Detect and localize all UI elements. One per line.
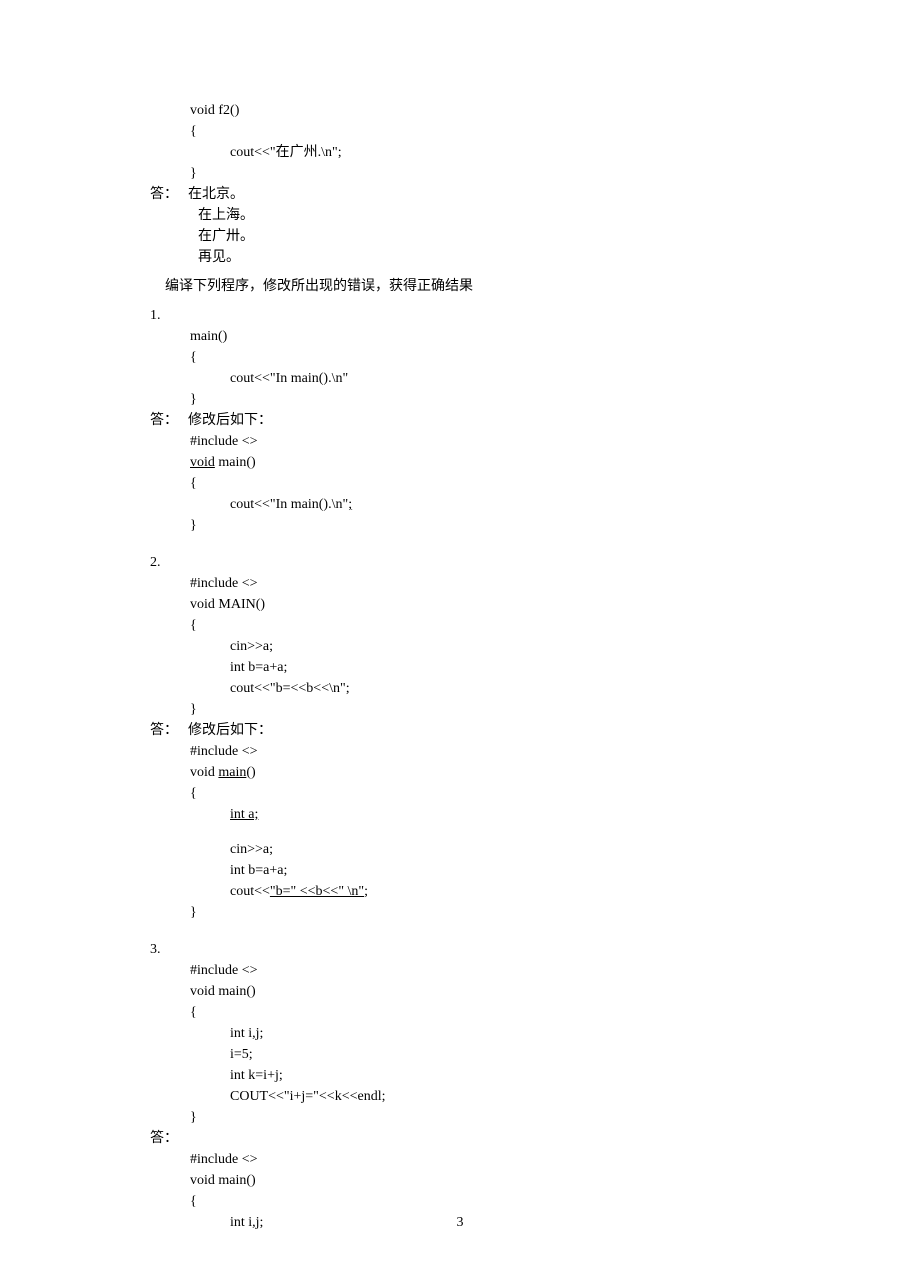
code-line: cin>>a; <box>150 636 840 657</box>
code-line: main() <box>150 326 840 347</box>
code-line: cin>>a; <box>150 839 840 860</box>
answer-block: 答： 修改后如下： <box>150 720 840 741</box>
problem-number: 3. <box>150 939 840 960</box>
code-line: } <box>150 902 840 923</box>
answer-line: 在上海。 <box>150 205 840 226</box>
answer-text: 修改后如下： <box>188 720 272 741</box>
code-line: { <box>150 1191 840 1212</box>
code-line: #include <> <box>150 431 840 452</box>
code-line: } <box>150 515 840 536</box>
underlined-fix: void <box>190 455 215 470</box>
code-line: } <box>150 699 840 720</box>
section-heading: 编译下列程序，修改所出现的错误，获得正确结果 <box>150 276 840 297</box>
code-line: { <box>150 121 840 142</box>
code-line: void f2() <box>150 100 840 121</box>
code-line: cout<<"在广州.\n"; <box>150 142 840 163</box>
code-line: } <box>150 163 840 184</box>
code-line: #include <> <box>150 960 840 981</box>
blank-line <box>150 825 840 839</box>
underlined-fix: int a; <box>230 807 258 822</box>
code-line: int b=a+a; <box>150 860 840 881</box>
code-line: cout<<"b=" <<b<<" \n"; <box>150 881 840 902</box>
code-line: cout<<"In main().\n"; <box>150 494 840 515</box>
page-number: 3 <box>0 1212 920 1233</box>
code-text: cout<< <box>230 884 270 899</box>
code-line: void MAIN() <box>150 594 840 615</box>
code-line: void main() <box>150 981 840 1002</box>
underlined-fix: main <box>218 765 246 780</box>
problem-number: 1. <box>150 305 840 326</box>
code-line: cout<<"In main().\n" <box>150 368 840 389</box>
code-line: i=5; <box>150 1044 840 1065</box>
answer-text: 修改后如下： <box>188 410 272 431</box>
underlined-fix: "b=" <<b<<" \n" <box>270 884 364 899</box>
code-line: } <box>150 389 840 410</box>
code-line: { <box>150 473 840 494</box>
code-line: cout<<"b=<<b<<\n"; <box>150 678 840 699</box>
document-page: void f2() { cout<<"在广州.\n"; } 答： 在北京。 在上… <box>0 0 920 1273</box>
code-text: cout<<"In main().\n" <box>230 497 348 512</box>
answer-label: 答： <box>150 184 188 205</box>
problem-number: 2. <box>150 552 840 573</box>
code-line: int a; <box>150 804 840 825</box>
code-text: void <box>190 765 218 780</box>
code-line: { <box>150 615 840 636</box>
code-text: main() <box>215 455 256 470</box>
answer-label: 答： <box>150 720 188 741</box>
answer-label: 答： <box>150 1128 840 1149</box>
code-line: #include <> <box>150 1149 840 1170</box>
code-line: void main() <box>150 452 840 473</box>
code-line: { <box>150 1002 840 1023</box>
answer-block: 答： 修改后如下： <box>150 410 840 431</box>
answer-label: 答： <box>150 410 188 431</box>
code-line: int b=a+a; <box>150 657 840 678</box>
code-line: #include <> <box>150 741 840 762</box>
code-line: { <box>150 783 840 804</box>
code-line: int i,j; <box>150 1023 840 1044</box>
code-line: void main() <box>150 762 840 783</box>
code-text: () <box>246 765 255 780</box>
code-line: #include <> <box>150 573 840 594</box>
code-line: int k=i+j; <box>150 1065 840 1086</box>
code-line: { <box>150 347 840 368</box>
answer-line: 在广卅。 <box>150 226 840 247</box>
answer-block: 答： 在北京。 <box>150 184 840 205</box>
answer-line: 再见。 <box>150 247 840 268</box>
code-line: COUT<<"i+j="<<k<<endl; <box>150 1086 840 1107</box>
answer-line: 在北京。 <box>188 184 244 205</box>
code-line: void main() <box>150 1170 840 1191</box>
code-line: } <box>150 1107 840 1128</box>
code-text: ; <box>364 884 368 899</box>
underlined-fix: ; <box>348 497 352 512</box>
